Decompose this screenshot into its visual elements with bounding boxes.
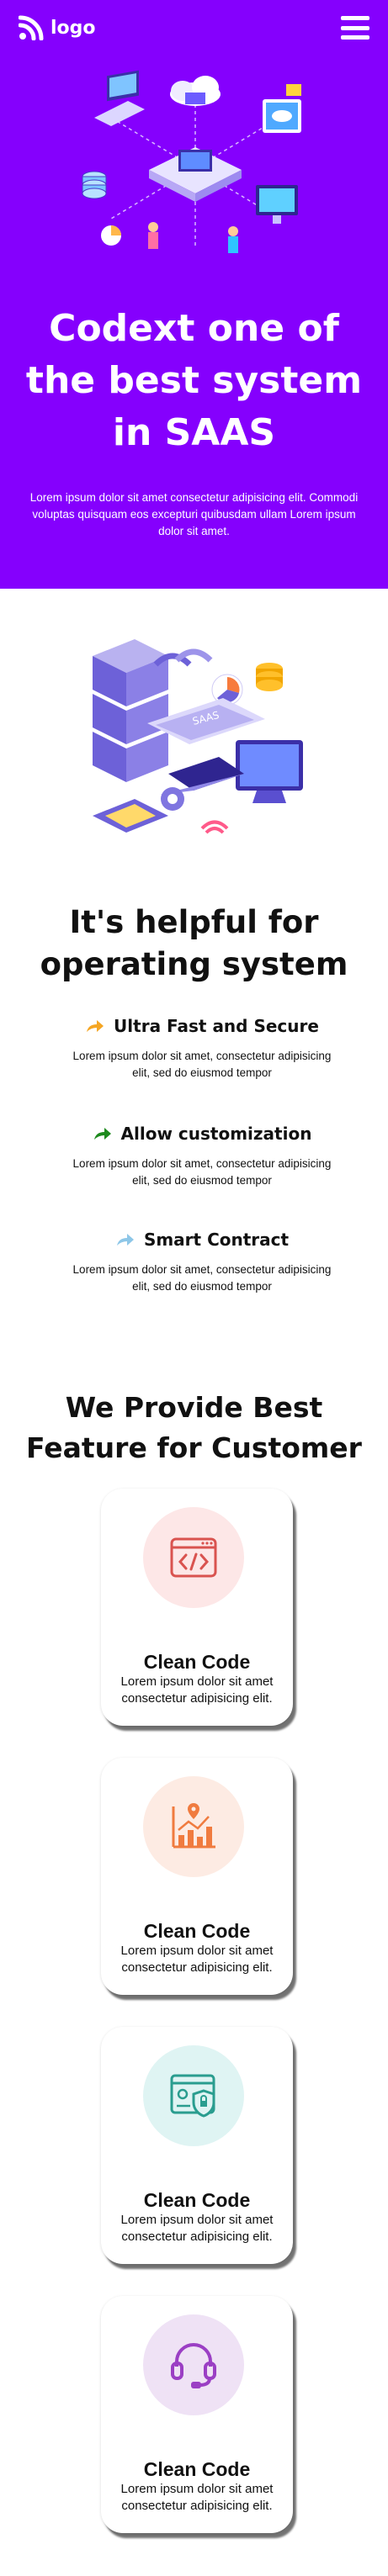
card-text: Lorem ipsum dolor sit amet consectetur a… — [120, 1674, 274, 1706]
card-title: Clean Code — [143, 2458, 251, 2480]
menu-bar — [341, 16, 369, 20]
card-text: Lorem ipsum dolor sit amet consectetur a… — [120, 2482, 274, 2513]
feature-text: Lorem ipsum dolor sit amet, consectetur … — [72, 1263, 332, 1293]
service-card[interactable]: Clean Code Lorem ipsum dolor sit amet co… — [101, 1489, 293, 1726]
hero-title: Codext one of the best system in SAAS — [25, 307, 363, 454]
card-title: Clean Code — [143, 1651, 251, 1673]
feature-title: Smart Contract — [143, 1230, 290, 1250]
code-window-icon — [170, 1537, 217, 1578]
hero-description: Lorem ipsum dolor sit amet consectetur a… — [29, 491, 359, 537]
feature-item: Smart Contract Lorem ipsum dolor sit ame… — [67, 1230, 337, 1295]
isometric-saas-devices-illustration: SAAS — [93, 639, 303, 834]
feature-head: Allow customization — [67, 1124, 337, 1144]
card-icon-circle — [143, 2314, 244, 2415]
feature-text: Lorem ipsum dolor sit amet, consectetur … — [72, 1050, 332, 1079]
card-title: Clean Code — [143, 2189, 251, 2211]
card-text: Lorem ipsum dolor sit amet consectetur a… — [120, 1944, 274, 1975]
headset-icon — [171, 2343, 216, 2388]
feature-text: Lorem ipsum dolor sit amet, consectetur … — [72, 1157, 332, 1187]
hamburger-menu-button[interactable] — [341, 16, 369, 40]
rss-logo-icon — [19, 15, 44, 40]
card-icon-circle — [143, 1507, 244, 1608]
services-title: We Provide Best Feature for Customer — [26, 1391, 362, 1464]
feature-head: Ultra Fast and Secure — [67, 1016, 337, 1036]
arrow-forward-icon — [87, 1020, 104, 1032]
logo-text: logo — [50, 17, 96, 39]
feature-head: Smart Contract — [67, 1230, 337, 1250]
hero-section: logo Codext one of the best system in SA… — [0, 0, 388, 589]
about-title: It's helpful for operating system — [40, 904, 348, 982]
service-card[interactable]: Clean Code Lorem ipsum dolor sit amet co… — [101, 2296, 293, 2533]
feature-item: Allow customization Lorem ipsum dolor si… — [67, 1124, 337, 1189]
feature-title: Allow customization — [120, 1124, 312, 1144]
feature-item: Ultra Fast and Secure Lorem ipsum dolor … — [67, 1016, 337, 1082]
service-card[interactable]: Clean Code Lorem ipsum dolor sit amet co… — [101, 1758, 293, 1995]
isometric-cloud-network-illustration — [82, 70, 301, 253]
growth-chart-icon — [172, 1803, 215, 1849]
card-text: Lorem ipsum dolor sit amet consectetur a… — [120, 2213, 274, 2244]
menu-bar — [341, 25, 369, 30]
menu-bar — [341, 35, 369, 40]
navbar: logo — [0, 0, 388, 59]
secure-profile-icon — [170, 2074, 215, 2118]
card-icon-circle — [143, 2045, 244, 2146]
arrow-forward-icon — [93, 1128, 111, 1140]
logo-link[interactable]: logo — [19, 15, 96, 40]
card-title: Clean Code — [143, 1920, 251, 1942]
feature-title: Ultra Fast and Secure — [114, 1016, 319, 1036]
card-icon-circle — [143, 1776, 244, 1877]
service-card[interactable]: Clean Code Lorem ipsum dolor sit amet co… — [101, 2027, 293, 2264]
arrow-forward-icon — [116, 1234, 134, 1246]
